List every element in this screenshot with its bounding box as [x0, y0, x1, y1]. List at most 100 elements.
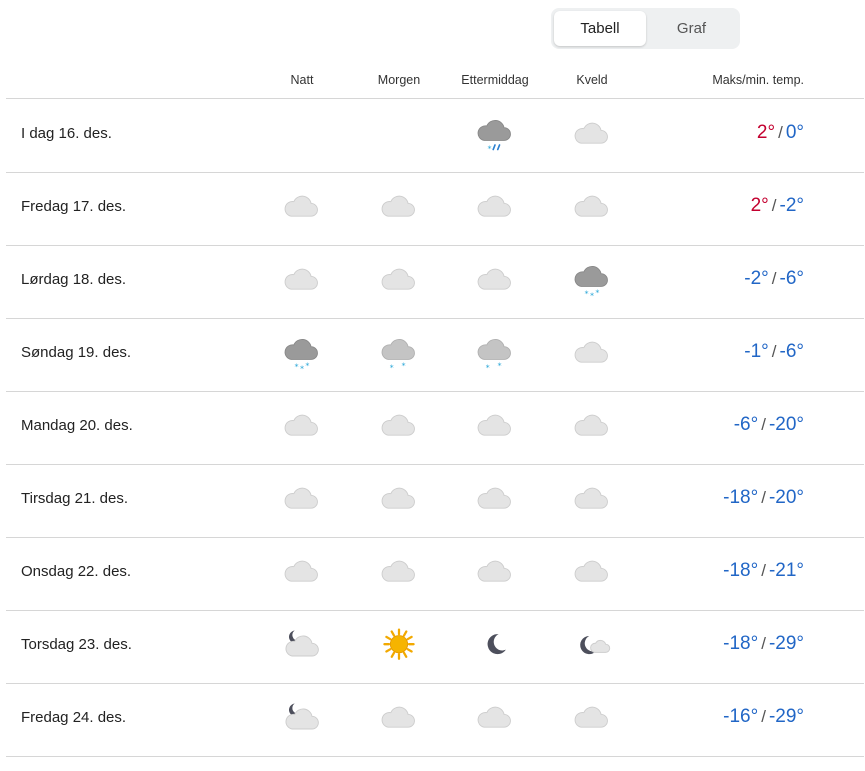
sun-icon	[377, 626, 421, 666]
temperature-range: 2°/0°	[757, 122, 804, 144]
header-morning: Morgen	[377, 73, 421, 87]
max-temp: 2°	[750, 195, 769, 216]
cloud-snow-icon: * * *	[280, 334, 324, 374]
temp-separator: /	[771, 196, 777, 215]
temp-separator: /	[761, 634, 766, 653]
temp-separator: /	[761, 488, 766, 507]
max-temp: -6°	[733, 414, 759, 435]
row-date: Lørdag 18. des.	[21, 271, 127, 288]
tab-graf[interactable]: Graf	[646, 11, 737, 46]
temperature-range: -2° / -6°	[744, 268, 804, 290]
moon-cloud-icon	[280, 699, 324, 739]
temperature-range: -18° / -21°	[723, 560, 804, 582]
row-date: Søndag 19. des.	[21, 344, 132, 361]
tab-tabell[interactable]: Tabell	[554, 11, 646, 46]
forecast-row[interactable]: I dag 16. des. * 2°/0°	[6, 99, 864, 172]
svg-text:*: *	[595, 288, 599, 298]
row-divider	[6, 756, 864, 757]
min-temp: -20°	[768, 487, 804, 508]
cloud-icon	[473, 553, 517, 593]
forecast-row[interactable]: Fredag 24. des. -16° / -29°	[6, 683, 864, 756]
forecast-row[interactable]: Torsdag 23. des. -18° / -29°	[6, 610, 864, 683]
temp-separator: /	[771, 342, 777, 361]
cloud-icon	[570, 115, 614, 155]
forecast-row[interactable]: Lørdag 18. des. * * * -2° / -6°	[6, 245, 864, 318]
row-date: Torsdag 23. des.	[21, 636, 132, 653]
temperature-range: -18° / -29°	[723, 633, 804, 655]
svg-text:*: *	[300, 363, 304, 373]
cloud-icon	[377, 553, 421, 593]
forecast-row[interactable]: Tirsdag 21. des. -18° / -20°	[6, 464, 864, 537]
header-evening: Kveld	[576, 73, 608, 87]
cloud-icon	[280, 407, 324, 447]
max-temp: -18°	[723, 487, 759, 508]
min-temp: -20°	[768, 414, 804, 435]
table-header: Natt Morgen Ettermiddag Kveld Maks/min. …	[0, 70, 865, 92]
min-temp: -6°	[779, 268, 805, 289]
temp-separator: /	[778, 123, 783, 142]
empty-icon	[377, 115, 421, 155]
min-temp: -29°	[768, 633, 804, 654]
max-temp: -18°	[723, 560, 759, 581]
svg-text:*: *	[584, 288, 588, 298]
min-temp: -2°	[779, 195, 805, 216]
cloud-snow-icon: * * *	[570, 261, 614, 301]
cloud-icon	[473, 407, 517, 447]
cloud-icon	[280, 480, 324, 520]
min-temp: -6°	[779, 341, 805, 362]
moon-cloud-icon	[280, 626, 324, 666]
cloud-icon	[570, 553, 614, 593]
cloud-icon	[280, 261, 324, 301]
empty-icon	[280, 115, 324, 155]
view-toggle: Tabell Graf	[551, 8, 740, 49]
temperature-range: -1° / -6°	[744, 341, 804, 363]
cloud-icon	[473, 480, 517, 520]
max-temp: -16°	[723, 706, 759, 727]
min-temp: -21°	[768, 560, 804, 581]
header-afternoon: Ettermiddag	[461, 73, 529, 87]
forecast-row[interactable]: Fredag 17. des. 2° / -2°	[6, 172, 864, 245]
temp-separator: /	[761, 561, 766, 580]
temperature-range: -16° / -29°	[723, 706, 804, 728]
temp-separator: /	[761, 415, 766, 434]
temperature-range: -6° / -20°	[734, 414, 804, 436]
max-temp: -1°	[744, 341, 769, 362]
min-temp: 0°	[785, 122, 804, 143]
cloud-icon	[473, 699, 517, 739]
cloud-icon	[377, 699, 421, 739]
svg-text:*: *	[294, 361, 298, 371]
temp-separator: /	[771, 269, 777, 288]
svg-text:*: *	[401, 361, 405, 371]
cloud-light-snow-icon: * *	[473, 334, 517, 374]
moon-small-cloud-icon	[570, 626, 614, 666]
temperature-range: 2° / -2°	[751, 195, 804, 217]
cloud-icon	[570, 699, 614, 739]
row-date: Fredag 17. des.	[21, 198, 127, 215]
min-temp: -29°	[768, 706, 804, 727]
svg-text:*: *	[590, 290, 594, 300]
moon-icon	[473, 626, 517, 666]
cloud-icon	[570, 407, 614, 447]
cloud-icon	[570, 188, 614, 228]
svg-text:*: *	[486, 362, 490, 372]
cloud-icon	[570, 334, 614, 374]
row-date: Onsdag 22. des.	[21, 563, 132, 580]
cloud-icon	[473, 188, 517, 228]
svg-text:*: *	[390, 362, 394, 372]
svg-text:*: *	[497, 361, 501, 371]
forecast-row[interactable]: Søndag 19. des. * * * * * * * -1° / -6°	[6, 318, 864, 391]
header-night: Natt	[290, 73, 314, 87]
cloud-icon	[473, 261, 517, 301]
cloud-icon	[570, 480, 614, 520]
svg-text:*: *	[487, 143, 491, 153]
max-temp: 2°	[756, 122, 776, 143]
header-temp: Maks/min. temp.	[712, 73, 804, 87]
cloud-icon	[377, 407, 421, 447]
forecast-row[interactable]: Onsdag 22. des. -18° / -21°	[6, 537, 864, 610]
row-date: Tirsdag 21. des.	[21, 490, 128, 507]
cloud-icon	[377, 188, 421, 228]
forecast-row[interactable]: Mandag 20. des. -6° / -20°	[6, 391, 864, 464]
row-date: I dag 16. des.	[21, 125, 112, 142]
max-temp: -18°	[723, 633, 759, 654]
cloud-sleet-icon: *	[473, 115, 517, 155]
